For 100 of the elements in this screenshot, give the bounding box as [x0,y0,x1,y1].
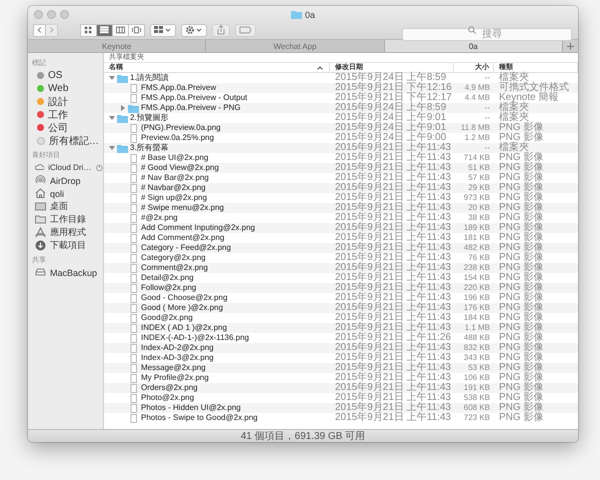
icon-view-button[interactable] [80,24,97,36]
file-name: Follow@2x.png [141,283,196,293]
file-name: Index-AD-2@2x.png [141,343,214,353]
sidebar-item[interactable]: 設計 [32,95,103,108]
file-name: INDEX ( AD 1 )@2x.png [141,323,227,333]
document-icon [128,194,139,202]
size-cell-text: 608 KB [462,403,491,413]
file-row[interactable]: # Base UI@2x.png 2015年9月21日 上午11:43 714 KB PNG 影像 [104,153,578,163]
tab[interactable]: 0a [384,40,563,52]
file-row[interactable]: # Sign up@2x.png 2015年9月21日 上午11:43 973 KB PNG 影像 [104,193,578,203]
file-row[interactable]: Good - Choose@2x.png 2015年9月21日 上午11:43 196 KB PNG 影像 [104,293,578,303]
document-icon [128,124,139,132]
file-row[interactable]: Index-AD-3@2x.png 2015年9月21日 上午11:43 343 KB PNG 影像 [104,353,578,363]
sidebar-item[interactable]: 公司 [32,121,103,134]
size-cell-text: 714 KB [462,153,491,163]
back-button[interactable] [33,24,46,36]
file-row[interactable]: Comment@2x.png 2015年9月21日 上午11:43 238 KB PNG 影像 [104,263,578,273]
sidebar-item[interactable]: 工作 [32,108,103,121]
sidebar-item[interactable]: Web [32,82,103,95]
document-icon [128,174,139,182]
date-cell-text: 2015年9月21日 下午12:17 [334,93,453,103]
sidebar-item[interactable]: 工作目錄 [32,213,103,226]
date-cell-text: 2015年9月21日 上午11:43 [334,273,452,283]
date-cell-text: 2015年9月21日 上午11:43 [334,303,452,313]
file-row[interactable]: (PNG).Preview.0a.png 2015年9月24日 上午9:01 11.8 MB PNG 影像 [104,123,578,133]
disclosure-triangle-icon[interactable] [120,105,126,111]
size-cell-text: 482 KB [462,243,491,253]
kind-cell-text: PNG 影像 [498,363,544,373]
file-row[interactable]: Add Comment Inputing@2x.png 2015年9月21日 上午11:43 189 KB PNG 影像 [104,223,578,233]
cover-flow-button[interactable] [128,24,145,36]
sidebar-item[interactable]: AirDrop [32,174,103,187]
kind-cell-text: Keynote 簡報 [498,93,560,103]
file-row[interactable]: Orders@2x.png 2015年9月21日 上午11:43 191 KB PNG 影像 [104,383,578,393]
date-cell-text: 2015年9月21日 上午11:43 [334,243,452,253]
file-row[interactable]: # Nav Bar@2x.png 2015年9月21日 上午11:43 57 KB PNG 影像 [104,173,578,183]
file-row[interactable]: # Navbar@2x.png 2015年9月21日 上午11:43 29 KB PNG 影像 [104,183,578,193]
file-row[interactable]: # Swipe menu@2x.png 2015年9月21日 上午11:43 20 KB PNG 影像 [104,203,578,213]
sidebar-item[interactable]: iCloud Dri… [32,161,103,174]
file-row[interactable]: Good ( More )@2x.png 2015年9月21日 上午11:43 176 KB PNG 影像 [104,303,578,313]
file-row[interactable]: #@2x.png 2015年9月21日 上午11:43 38 KB PNG 影像 [104,213,578,223]
date-cell-text: 2015年9月21日 上午11:43 [334,323,452,333]
document-icon [128,164,139,172]
size-cell-text: 176 KB [462,303,491,313]
file-row[interactable]: Photos - Swipe to Good@2x.png 2015年9月21日 上午11:43 723 KB PNG 影像 [104,413,578,423]
sidebar-item[interactable]: OS [32,69,103,82]
file-name: FMS.App.0a.Preivew [141,83,216,93]
sidebar-item[interactable]: 應用程式 [32,226,103,239]
file-row[interactable]: INDEX-(-AD-1-)@2x-1136.png 2015年9月21日 上午11:26 488 KB PNG 影像 [104,333,578,343]
all-tags-icon [37,136,45,144]
sidebar-item[interactable]: 所有標記… [32,134,103,147]
file-row[interactable]: FMS.App.0a.Preivew 2015年9月21日 下午12:16 4.9 MB 可擕式文件格式 [104,83,578,93]
sidebar-item[interactable]: MacBackup [32,266,103,279]
file-row[interactable]: # Good View@2x.png 2015年9月21日 上午11:43 51 KB PNG 影像 [104,163,578,173]
size-cell-text: 106 KB [462,373,491,383]
file-row[interactable]: FMS.App.0a.Preivew - Output 2015年9月21日 下午12:17 4.4 MB Keynote 簡報 [104,93,578,103]
file-row[interactable]: Detail@2x.png 2015年9月21日 上午11:43 154 KB PNG 影像 [104,273,578,283]
search-field[interactable]: 搜尋 [402,28,572,40]
file-row[interactable]: Good@2x.png 2015年9月21日 上午11:43 184 KB PNG 影像 [104,313,578,323]
document-icon [128,394,139,402]
size-cell-text: 723 KB [462,413,491,423]
file-row[interactable]: Category - Feed@2x.png 2015年9月21日 上午11:43 482 KB PNG 影像 [104,243,578,253]
file-row[interactable]: Photo@2x.png 2015年9月21日 上午11:43 538 KB PNG 影像 [104,393,578,403]
action-button[interactable] [181,24,207,36]
file-row[interactable]: My Profile@2x.png 2015年9月21日 上午11:43 106 KB PNG 影像 [104,373,578,383]
disclosure-triangle-icon[interactable] [108,145,114,151]
sidebar-item[interactable]: 桌面 [32,200,103,213]
file-row[interactable]: FMS.App.0a.Preivew - PNG 2015年9月24日 上午8:59 -- 檔案夾 [104,103,578,113]
kind-cell-text: 檔案夾 [498,143,529,153]
file-row[interactable]: Index-AD-2@2x.png 2015年9月21日 上午11:43 832 KB PNG 影像 [104,343,578,353]
kind-cell-text: PNG 影像 [498,163,544,173]
file-name: Add Comment Inputing@2x.png [141,223,255,233]
document-icon [128,264,139,272]
list-view-button[interactable] [96,24,113,36]
file-row[interactable]: 3.所有螢幕 2015年9月21日 上午11:43 -- 檔案夾 [104,143,578,153]
download-icon [35,240,46,251]
sidebar-item[interactable]: 下載項目 [32,239,103,252]
sidebar-item[interactable]: qoli [32,187,103,200]
file-row[interactable]: 1.請先閱讀 2015年9月24日 上午8:59 -- 檔案夾 [104,73,578,83]
file-row[interactable]: 2.預覽圖形 2015年9月24日 上午9:01 -- 檔案夾 [104,113,578,123]
arrange-button[interactable] [150,24,176,36]
sidebar-label: OS [48,70,62,81]
kind-cell-text: 檔案夾 [498,73,529,83]
kind-cell-text: PNG 影像 [498,153,544,163]
size-cell-text: 488 KB [462,333,491,343]
file-row[interactable]: Follow@2x.png 2015年9月21日 上午11:43 220 KB PNG 影像 [104,283,578,293]
kind-cell-text: 檔案夾 [498,113,529,123]
file-name: Orders@2x.png [141,383,198,393]
kind-cell-text: PNG 影像 [498,173,544,183]
file-row[interactable]: Message@2x.png 2015年9月21日 上午11:43 53 KB PNG 影像 [104,363,578,373]
file-name: My Profile@2x.png [141,373,209,383]
date-cell-text: 2015年9月21日 上午11:43 [334,153,452,163]
disclosure-triangle-icon[interactable] [108,115,114,121]
disclosure-triangle-icon[interactable] [108,75,114,81]
file-row[interactable]: INDEX ( AD 1 )@2x.png 2015年9月21日 上午11:43 1.1 MB PNG 影像 [104,323,578,333]
drive-icon [35,267,46,278]
file-row[interactable]: Category@2x.png 2015年9月21日 上午11:43 76 KB PNG 影像 [104,253,578,263]
file-row[interactable]: Add Comment@2x.png 2015年9月21日 上午11:43 181 KB PNG 影像 [104,233,578,243]
column-view-button[interactable] [112,24,129,36]
file-row[interactable]: Photos - Hidden UI@2x.png 2015年9月21日 上午11:43 608 KB PNG 影像 [104,403,578,413]
file-row[interactable]: Preview.0a.25%.png 2015年9月24日 上午9:00 1.2 MB PNG 影像 [104,133,578,143]
